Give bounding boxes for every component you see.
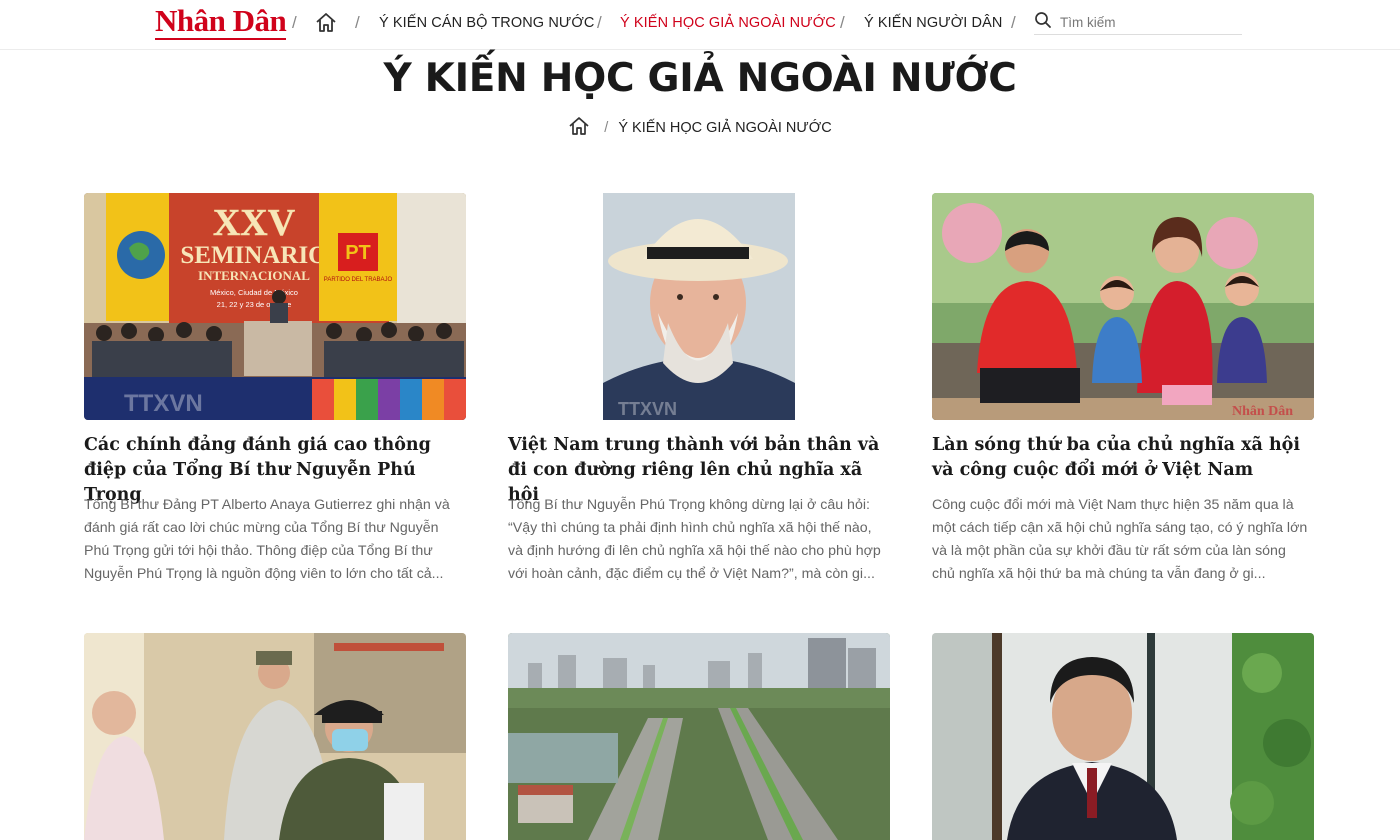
nav-separator: / — [597, 13, 602, 32]
nav-item-hoc-gia-ngoai-nuoc[interactable]: Ý KIẾN HỌC GIẢ NGOÀI NƯỚC — [620, 15, 836, 31]
image-watermark: TTXVN — [124, 390, 203, 417]
image-watermark: TTXVN — [618, 399, 677, 419]
article-thumbnail[interactable] — [932, 633, 1314, 840]
article-thumbnail[interactable]: XXV SEMINARIO INTERNACIONAL México, Ciud… — [84, 193, 466, 420]
party-logo: PT — [345, 242, 371, 264]
top-navigation: Nhân Dân / / Ý KIẾN CÁN BỘ TRONG NƯỚC / … — [0, 0, 1400, 50]
party-name: PARTIDO DEL TRABAJO — [324, 277, 393, 283]
article-excerpt: Tổng Bí thư Đảng PT Alberto Anaya Gutier… — [84, 497, 450, 582]
nav-separator: / — [1011, 13, 1016, 32]
article-thumbnail[interactable] — [508, 633, 890, 840]
search-icon[interactable] — [1034, 11, 1052, 29]
article-thumbnail[interactable]: TTXVN — [508, 193, 890, 420]
breadcrumb-separator: / — [604, 120, 609, 136]
nav-item-nguoi-dan[interactable]: Ý KIẾN NGƯỜI DÂN — [864, 15, 1002, 31]
nav-separator: / — [292, 13, 297, 32]
article-headline[interactable]: Làn sóng thứ ba của chủ nghĩa xã hội và … — [932, 433, 1322, 483]
search-box — [1034, 10, 1242, 35]
article-excerpt: Tổng Bí thư Nguyễn Phú Trọng không dừng … — [508, 497, 881, 582]
banner-subtitle: INTERNACIONAL — [198, 268, 310, 283]
article-thumbnail[interactable]: Nhân Dân — [932, 193, 1314, 420]
nav-separator: / — [355, 13, 360, 32]
nav-item-can-bo-trong-nuoc[interactable]: Ý KIẾN CÁN BỘ TRONG NƯỚC — [379, 15, 594, 31]
article-thumbnail[interactable] — [84, 633, 466, 840]
home-icon[interactable] — [314, 11, 338, 33]
site-logo[interactable]: Nhân Dân — [155, 4, 287, 40]
search-input[interactable] — [1060, 12, 1240, 32]
breadcrumb-current[interactable]: Ý KIẾN HỌC GIẢ NGOÀI NƯỚC — [618, 120, 831, 136]
page-title: Ý KIẾN HỌC GIẢ NGOÀI NƯỚC — [383, 56, 1017, 101]
breadcrumb: / Ý KIẾN HỌC GIẢ NGOÀI NƯỚC — [0, 116, 1400, 136]
nav-separator: / — [840, 13, 845, 32]
banner-numeral: XXV — [213, 202, 296, 244]
banner-title: SEMINARIO — [180, 242, 327, 269]
article-excerpt: Công cuộc đổi mới mà Việt Nam thực hiện … — [932, 497, 1308, 582]
home-icon[interactable] — [568, 116, 590, 136]
image-watermark: Nhân Dân — [1232, 404, 1293, 419]
